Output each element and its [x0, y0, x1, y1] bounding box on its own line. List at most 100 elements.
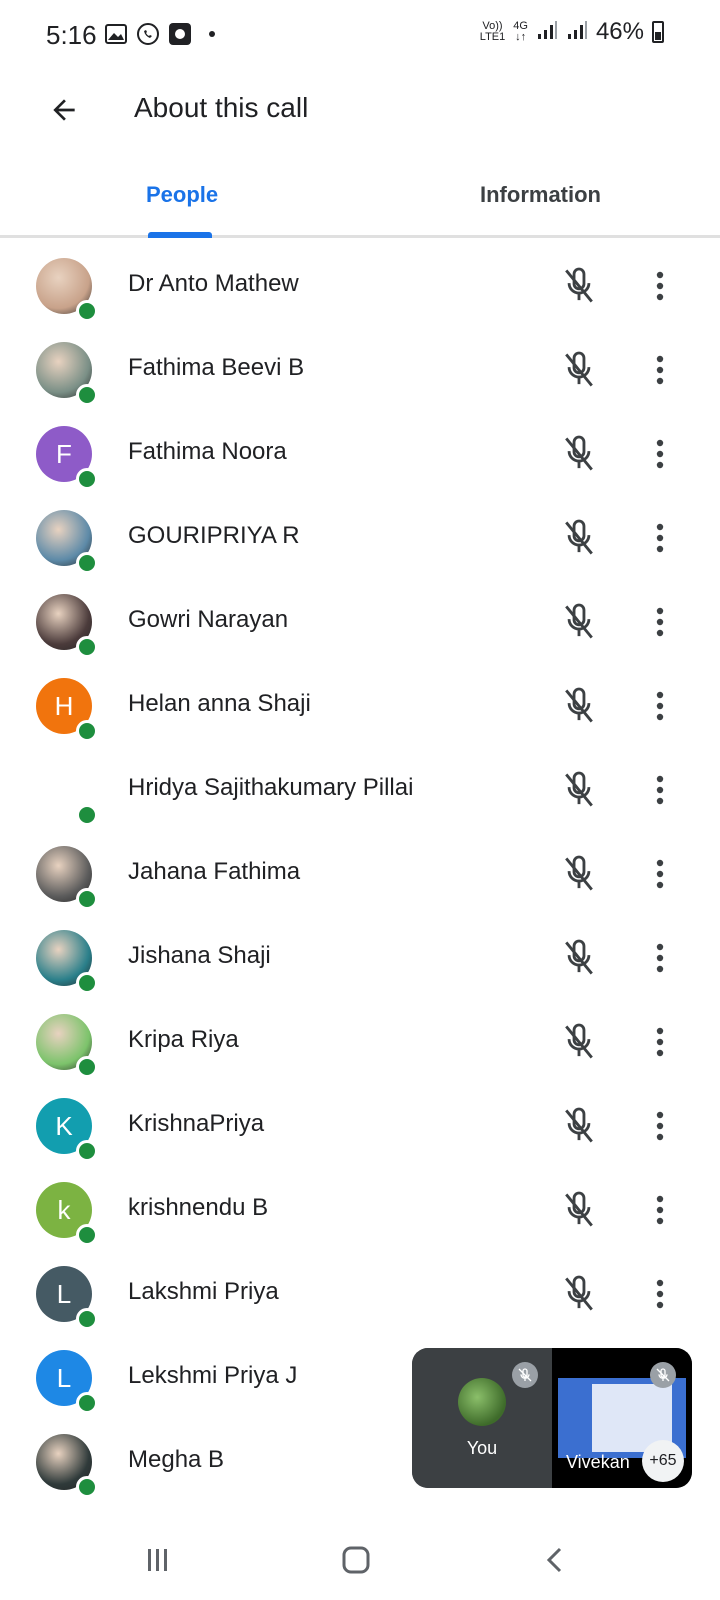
- online-status-dot: [76, 1140, 98, 1162]
- mic-off-icon: [562, 938, 596, 978]
- page-title: About this call: [134, 92, 309, 123]
- participant-name: Hridya Sajithakumary Pillai: [128, 774, 414, 801]
- tab-people[interactable]: People: [146, 182, 218, 208]
- arrow-left-icon: [53, 99, 75, 121]
- online-status-dot: [76, 468, 98, 490]
- battery-percent: 46%: [595, 18, 644, 45]
- mic-off-icon: [562, 434, 596, 474]
- tab-bar: People Information: [0, 160, 720, 238]
- pip-window[interactable]: You Vivekan +65: [412, 1348, 692, 1488]
- more-options-button[interactable]: [648, 1022, 672, 1062]
- avatar-initial: L: [56, 1278, 72, 1309]
- participant-name: krishnendu B: [128, 1194, 269, 1221]
- participant-name: Fathima Beevi B: [128, 354, 305, 381]
- more-options-button[interactable]: [648, 770, 672, 810]
- back-nav-button[interactable]: [536, 1540, 576, 1580]
- participant-name: Helan anna Shaji: [128, 690, 311, 717]
- mic-off-icon: [562, 602, 596, 642]
- mic-off-icon: [562, 770, 596, 810]
- participant-name: Jishana Shaji: [128, 942, 271, 969]
- self-avatar: [458, 1378, 506, 1426]
- participant-row[interactable]: Hridya Sajithakumary Pillai: [0, 752, 720, 836]
- more-options-button[interactable]: [648, 350, 672, 390]
- avatar-initial: L: [56, 1362, 72, 1393]
- status-time: 5:16: [46, 20, 97, 50]
- mic-off-icon: [562, 854, 596, 894]
- avatar-initial: H: [54, 690, 74, 721]
- mic-off-icon: [562, 1274, 596, 1314]
- battery-icon: [652, 21, 664, 43]
- more-vert-icon: [648, 1279, 672, 1318]
- more-vert-icon: [648, 439, 672, 478]
- more-options-button[interactable]: [648, 434, 672, 474]
- participant-row[interactable]: Kripa Riya: [0, 1004, 720, 1088]
- more-vert-icon: [648, 523, 672, 562]
- more-vert-icon: [648, 355, 672, 394]
- participant-row[interactable]: H Helan anna Shaji: [0, 668, 720, 752]
- online-status-dot: [76, 804, 98, 826]
- home-button[interactable]: [336, 1540, 376, 1580]
- more-options-button[interactable]: [648, 266, 672, 306]
- more-options-button[interactable]: [648, 602, 672, 642]
- volte-indicator: Vo)) LTE1: [479, 20, 506, 43]
- recents-icon: [148, 1549, 167, 1571]
- home-icon: [342, 1546, 370, 1574]
- chevron-left-icon: [546, 1547, 562, 1573]
- participant-name: Kripa Riya: [128, 1026, 239, 1053]
- online-status-dot: [76, 552, 98, 574]
- more-vert-icon: [648, 775, 672, 814]
- participant-row[interactable]: Fathima Beevi B: [0, 332, 720, 416]
- notification-icons: [104, 22, 224, 46]
- more-options-button[interactable]: [648, 1106, 672, 1146]
- more-vert-icon: [648, 271, 672, 310]
- participant-row[interactable]: Dr Anto Mathew: [0, 248, 720, 332]
- back-button[interactable]: [44, 90, 84, 130]
- tab-information[interactable]: Information: [480, 182, 601, 208]
- whatsapp-icon: [136, 22, 160, 46]
- participant-name: Jahana Fathima: [128, 858, 301, 885]
- more-options-button[interactable]: [648, 938, 672, 978]
- pip-self-tile[interactable]: You: [412, 1348, 552, 1488]
- participant-row[interactable]: L Lakshmi Priya: [0, 1256, 720, 1340]
- participant-name: Lakshmi Priya: [128, 1278, 279, 1305]
- participant-name: Lekshmi Priya J: [128, 1362, 298, 1389]
- more-vert-icon: [648, 1027, 672, 1066]
- participant-name: GOURIPRIYA R: [128, 522, 300, 549]
- pip-presenter-name: Vivekan: [566, 1452, 630, 1472]
- dot-icon: [200, 22, 224, 46]
- more-options-button[interactable]: [648, 686, 672, 726]
- online-status-dot: [76, 1392, 98, 1414]
- online-status-dot: [76, 300, 98, 322]
- tab-indicator: [148, 232, 212, 238]
- system-indicators: Vo)) LTE1 4G ↓↑ 46%: [480, 18, 664, 46]
- more-participants-badge[interactable]: +65: [642, 1440, 684, 1482]
- participant-name: Gowri Narayan: [128, 606, 289, 633]
- system-nav-bar: [0, 1520, 720, 1600]
- participant-row[interactable]: K KrishnaPriya: [0, 1088, 720, 1172]
- participant-row[interactable]: GOURIPRIYA R: [0, 500, 720, 584]
- mic-off-icon: [562, 266, 596, 306]
- gallery-icon: [104, 22, 128, 46]
- online-status-dot: [76, 1056, 98, 1078]
- mic-off-icon: [562, 1022, 596, 1062]
- participant-row[interactable]: Jishana Shaji: [0, 920, 720, 1004]
- avatar-initial: F: [56, 438, 72, 469]
- more-options-button[interactable]: [648, 854, 672, 894]
- online-status-dot: [76, 1476, 98, 1498]
- mic-off-icon: [650, 1362, 676, 1388]
- participant-row[interactable]: k krishnendu B: [0, 1172, 720, 1256]
- participant-row[interactable]: F Fathima Noora: [0, 416, 720, 500]
- mic-off-icon: [562, 518, 596, 558]
- participant-row[interactable]: Gowri Narayan: [0, 584, 720, 668]
- signal-icon: [536, 20, 558, 45]
- more-vert-icon: [648, 943, 672, 982]
- more-options-button[interactable]: [648, 1274, 672, 1314]
- more-options-button[interactable]: [648, 518, 672, 558]
- participant-name: Fathima Noora: [128, 438, 287, 465]
- status-bar: 5:16 Vo)) LTE1 4G ↓↑ 46%: [0, 0, 720, 72]
- participant-name: KrishnaPriya: [128, 1110, 265, 1137]
- more-options-button[interactable]: [648, 1190, 672, 1230]
- participant-row[interactable]: Jahana Fathima: [0, 836, 720, 920]
- recents-button[interactable]: [138, 1540, 178, 1580]
- pip-presenter-tile[interactable]: Vivekan +65: [552, 1348, 692, 1488]
